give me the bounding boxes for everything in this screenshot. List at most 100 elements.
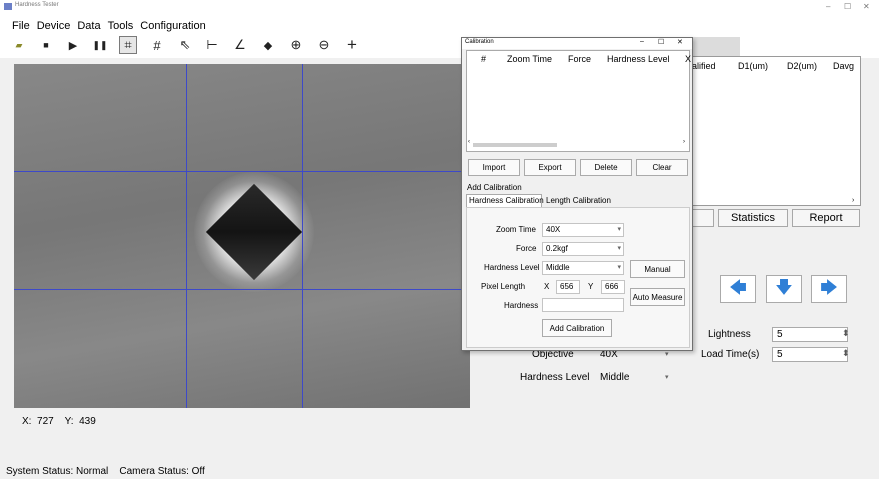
tab-hardness-calibration-label: Hardness Calibration <box>469 196 544 205</box>
grid-line-v2 <box>302 64 303 408</box>
tab-length-calibration[interactable]: Length Calibration <box>546 196 611 205</box>
dialog-title: Calibration <box>465 39 494 45</box>
results-table[interactable]: alified D1(um) D2(um) Davg › <box>691 56 861 206</box>
export-button[interactable]: Export <box>524 159 576 176</box>
col-zoom-time: Zoom Time <box>507 54 553 64</box>
col-d1: D1(um) <box>738 61 769 71</box>
col-x: X <box>685 54 692 64</box>
arrow-right-icon: 🡆 <box>820 277 838 297</box>
crosshair-icon[interactable]: + <box>343 35 361 54</box>
pixel-length-label: Pixel Length <box>481 282 526 291</box>
force-select[interactable]: 0.2kgf <box>542 242 624 256</box>
angle-icon[interactable]: ∠ <box>231 36 249 54</box>
arrow-left-button[interactable]: 🡄 <box>720 275 756 303</box>
grid-line-h2 <box>14 289 470 290</box>
system-status: System Status: Normal <box>6 466 109 477</box>
hardness-input[interactable] <box>542 298 624 312</box>
scroll-right-icon[interactable]: › <box>852 197 854 204</box>
add-calibration-button[interactable]: Add Calibration <box>542 319 612 337</box>
tab-hardness-calibration[interactable]: Hardness Calibration <box>466 194 544 207</box>
hardness-level-select[interactable]: Middle <box>600 372 670 383</box>
pixel-y-field[interactable]: 666 <box>601 280 625 294</box>
save-icon[interactable]: ■ <box>37 36 55 54</box>
menu-tools[interactable]: Tools <box>108 20 134 32</box>
x-label: X: <box>22 416 32 427</box>
zoom-time-select[interactable]: 40X <box>542 223 624 237</box>
dialog-titlebar: Calibration – ☐ ✕ <box>462 38 692 49</box>
delete-button[interactable]: Delete <box>580 159 632 176</box>
right-panel-tab <box>692 37 740 57</box>
close-button[interactable]: ✕ <box>863 2 870 11</box>
title-bar: Hardness Tester ‒ ☐ ✕ <box>0 0 879 14</box>
arrow-down-icon: 🡇 <box>775 277 793 297</box>
app-icon <box>4 3 12 10</box>
select-arrow-icon[interactable]: ⇖ <box>176 36 194 54</box>
maximize-button[interactable]: ☐ <box>844 2 851 11</box>
import-button[interactable]: Import <box>468 159 520 176</box>
play-icon[interactable]: ▶ <box>64 36 82 54</box>
hardness-level-label: Hardness Level <box>520 372 590 383</box>
grid-line-h1 <box>14 171 470 172</box>
report-button[interactable]: Report <box>792 209 860 227</box>
zoom-in-icon[interactable]: ⊕ <box>287 36 305 54</box>
col-d2: D2(um) <box>787 61 818 71</box>
y-label: Y: <box>64 416 74 427</box>
y-value: 439 <box>79 416 96 427</box>
horizontal-scrollbar[interactable] <box>473 143 557 147</box>
load-time-label: Load Time(s) <box>701 349 760 360</box>
pixel-x-label: X <box>544 282 550 291</box>
col-index: # <box>481 54 487 64</box>
zoom-out-icon[interactable]: ⊖ <box>315 36 333 54</box>
coordinate-readout: X: 727 Y: 439 <box>22 416 96 427</box>
scroll-right-icon[interactable]: › <box>683 139 685 145</box>
open-icon[interactable]: ▰ <box>10 36 28 54</box>
menu-bar: File Device Data Tools Configuration <box>0 14 879 32</box>
add-calibration-heading: Add Calibration <box>467 183 522 192</box>
hardness-level-dropdown-icon[interactable]: ▾ <box>665 373 669 381</box>
lightness-label: Lightness <box>708 329 751 340</box>
menu-file[interactable]: File <box>12 20 30 32</box>
col-force: Force <box>568 54 592 64</box>
eraser-icon[interactable]: ◆ <box>259 36 277 54</box>
minimize-button[interactable]: ‒ <box>826 2 830 11</box>
pixel-y-label: Y <box>588 282 594 291</box>
menu-configuration[interactable]: Configuration <box>140 20 205 32</box>
arrow-down-button[interactable]: 🡇 <box>766 275 802 303</box>
crosshair-grid-icon[interactable]: ⌗ <box>119 36 137 54</box>
status-bar: System Status: Normal Camera Status: Off <box>6 466 205 477</box>
hardness-level-select[interactable]: Middle <box>542 261 624 275</box>
menu-data[interactable]: Data <box>77 20 100 32</box>
calibration-dialog: Calibration – ☐ ✕ # Zoom Time Force Hard… <box>461 37 693 351</box>
manual-button[interactable]: Manual <box>630 260 685 278</box>
hardness-label: Hardness <box>504 301 539 310</box>
camera-status: Camera Status: Off <box>119 466 205 477</box>
dialog-close-button[interactable]: ✕ <box>677 38 683 46</box>
col-hardness-level: Hardness Level <box>607 54 670 64</box>
calibration-table[interactable]: # Zoom Time Force Hardness Level X ‹ › <box>466 50 692 152</box>
col-davg: Davg <box>833 61 855 71</box>
arrow-right-button[interactable]: 🡆 <box>811 275 847 303</box>
objective-dropdown-icon[interactable]: ▾ <box>665 350 669 358</box>
window-title: Hardness Tester <box>15 2 59 8</box>
stats-spacer-button[interactable] <box>691 209 714 227</box>
zoom-time-label: Zoom Time <box>496 225 537 234</box>
lightness-spinbox[interactable]: 5 <box>772 327 850 342</box>
measure-line-icon[interactable]: ⊢ <box>203 36 221 54</box>
dialog-minimize-button[interactable]: – <box>640 38 644 45</box>
grid-line-v1 <box>186 64 187 408</box>
pixel-x-field[interactable]: 656 <box>556 280 580 294</box>
hardness-level-label: Hardness Level <box>484 263 540 272</box>
auto-measure-button[interactable]: Auto Measure <box>630 288 685 306</box>
statistics-button[interactable]: Statistics <box>718 209 788 227</box>
load-time-spinbox[interactable]: 5 <box>772 347 850 362</box>
x-value: 727 <box>37 416 54 427</box>
camera-view[interactable] <box>14 64 470 408</box>
clear-button[interactable]: Clear <box>636 159 688 176</box>
menu-device[interactable]: Device <box>37 20 71 32</box>
arrow-left-icon: 🡄 <box>729 277 747 297</box>
pause-icon[interactable]: ❚❚ <box>91 36 109 54</box>
col-qualified: alified <box>692 61 716 71</box>
dialog-maximize-button[interactable]: ☐ <box>658 38 664 46</box>
grid-icon[interactable]: # <box>148 36 166 54</box>
scroll-left-icon[interactable]: ‹ <box>468 139 470 145</box>
